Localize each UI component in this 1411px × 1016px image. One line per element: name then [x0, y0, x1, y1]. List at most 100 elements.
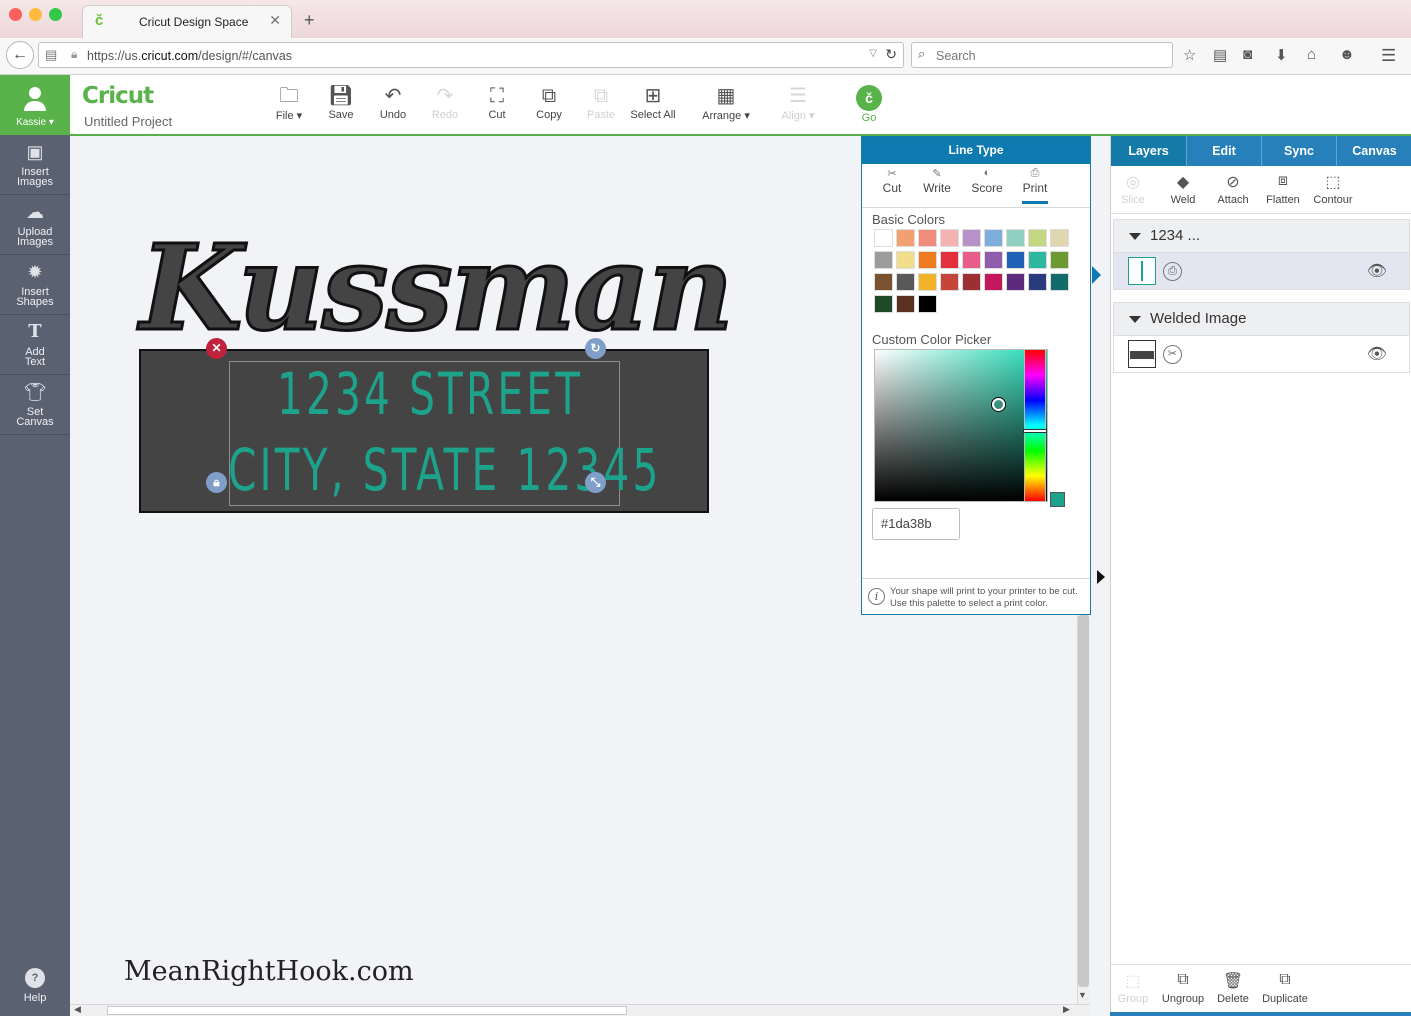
color-swatch[interactable] [896, 273, 915, 291]
rotate-handle-icon[interactable]: ↻ [585, 338, 606, 359]
eye-icon[interactable]: 👁︎ [1367, 344, 1387, 364]
slice-button[interactable]: ◎ Slice [1108, 172, 1158, 206]
tab-edit[interactable]: Edit [1186, 136, 1261, 166]
reading-list-icon[interactable]: ▤ [1213, 46, 1227, 64]
scroll-right-icon[interactable]: ▶ [1063, 1004, 1070, 1015]
color-swatch[interactable] [940, 229, 959, 247]
color-swatch[interactable] [962, 229, 981, 247]
linetype-score-tab[interactable]: ◐ Score [965, 167, 1009, 195]
color-swatch[interactable] [1050, 251, 1069, 269]
project-name[interactable]: Untitled Project [84, 114, 172, 129]
color-swatch[interactable] [1050, 229, 1069, 247]
color-swatch[interactable] [874, 251, 893, 269]
color-swatch[interactable] [984, 273, 1003, 291]
chat-icon[interactable]: ☻ [1339, 46, 1355, 63]
collapse-icon[interactable] [1129, 316, 1141, 323]
picker-cursor[interactable] [992, 398, 1005, 411]
arrange-button[interactable]: ▦ Arrange ▾ [694, 83, 758, 122]
insert-images-button[interactable]: ▣ Insert Images [0, 135, 70, 195]
address-line-1[interactable]: 1234 STREET [277, 360, 583, 428]
delete-handle-icon[interactable]: ✕ [206, 338, 227, 359]
color-swatch[interactable] [1006, 273, 1025, 291]
layer-group-welded[interactable]: Welded Image [1113, 302, 1410, 336]
color-swatch[interactable] [918, 229, 937, 247]
go-label[interactable]: Go [857, 112, 881, 124]
color-swatch[interactable] [984, 251, 1003, 269]
copy-button[interactable]: ⧉ Copy [523, 83, 575, 121]
url-bar[interactable]: ▤ 🔒︎ https://us.cricut.com/design/#/canv… [38, 42, 904, 68]
profile-button[interactable]: Kassie ▾ [0, 75, 70, 135]
linetype-cut-tab[interactable]: ✂ Cut [870, 167, 914, 195]
close-tab-icon[interactable]: ✕ [269, 12, 281, 29]
color-swatch[interactable] [962, 251, 981, 269]
file-button[interactable]: 🗀 File ▾ [263, 83, 315, 122]
bookmark-star-icon[interactable]: ☆ [1183, 46, 1196, 64]
color-swatch[interactable] [1028, 251, 1047, 269]
color-swatch[interactable] [1028, 273, 1047, 291]
align-button[interactable]: ☰ Align ▾ [766, 83, 830, 122]
color-swatch[interactable] [962, 273, 981, 291]
duplicate-button[interactable]: ⧉ Duplicate [1260, 971, 1310, 1005]
scroll-left-icon[interactable]: ◀ [74, 1004, 81, 1015]
color-swatch[interactable] [940, 251, 959, 269]
new-tab-icon[interactable]: + [304, 10, 315, 31]
select-all-button[interactable]: ⊞ Select All [627, 83, 679, 121]
collapse-panel-icon[interactable] [1097, 570, 1105, 584]
printer-icon[interactable]: ⎙ [1163, 262, 1182, 281]
color-swatch[interactable] [896, 295, 915, 313]
back-button[interactable]: ← [6, 41, 34, 69]
minimize-window-icon[interactable] [29, 8, 42, 21]
add-text-button[interactable]: T Add Text [0, 315, 70, 375]
color-swatch[interactable] [918, 251, 937, 269]
eye-icon[interactable]: 👁︎ [1367, 261, 1387, 281]
color-swatch[interactable] [1006, 229, 1025, 247]
reload-icon[interactable]: ↻ [885, 46, 897, 63]
vertical-scroll-thumb[interactable] [1078, 615, 1089, 987]
hex-color-input[interactable]: #1da38b [872, 508, 960, 540]
save-button[interactable]: 💾︎ Save [315, 83, 367, 121]
insert-shapes-button[interactable]: ✹ Insert Shapes [0, 255, 70, 315]
color-swatch[interactable] [874, 229, 893, 247]
linetype-write-tab[interactable]: ✎ Write [915, 167, 959, 195]
lock-handle-icon[interactable]: 🔒︎ [206, 472, 227, 493]
flatten-button[interactable]: ⧈ Flatten [1258, 172, 1308, 206]
scissors-icon[interactable]: ✂ [1163, 345, 1182, 364]
menu-icon[interactable]: ☰ [1381, 46, 1396, 66]
color-swatch[interactable] [984, 229, 1003, 247]
tab-layers[interactable]: Layers [1111, 136, 1186, 166]
color-swatch[interactable] [874, 273, 893, 291]
horizontal-scroll-thumb[interactable] [107, 1006, 627, 1015]
search-bar[interactable]: ⌕ Search [911, 42, 1173, 68]
contour-button[interactable]: ⬚ Contour [1308, 172, 1358, 206]
name-text-layer[interactable]: Kussman [139, 217, 736, 359]
address-line-2[interactable]: CITY, STATE 12345 [228, 436, 661, 504]
upload-images-button[interactable]: ☁ Upload Images [0, 195, 70, 255]
color-swatch[interactable] [940, 273, 959, 291]
saturation-picker[interactable] [874, 349, 1048, 502]
maximize-window-icon[interactable] [49, 8, 62, 21]
tab-canvas[interactable]: Canvas [1336, 136, 1411, 166]
color-swatch[interactable] [1006, 251, 1025, 269]
layer-row-1234[interactable]: ⎙ 👁︎ [1113, 253, 1410, 290]
help-button[interactable]: ? Help [0, 968, 70, 1004]
linetype-print-tab[interactable]: ⎙ Print [1013, 167, 1057, 195]
ungroup-button[interactable]: ⧉ Ungroup [1158, 971, 1208, 1005]
url-dropdown-icon[interactable]: ▽ [869, 48, 877, 59]
hue-slider[interactable] [1024, 349, 1046, 502]
pocket-icon[interactable]: ◙ [1243, 46, 1252, 63]
color-swatch[interactable] [896, 229, 915, 247]
layer-group-1234[interactable]: 1234 ... [1113, 219, 1410, 253]
color-swatch[interactable] [918, 273, 937, 291]
redo-button[interactable]: ↷ Redo [419, 83, 471, 121]
attach-button[interactable]: ⊘ Attach [1208, 172, 1258, 206]
home-icon[interactable]: ⌂ [1307, 46, 1316, 63]
layer-row-welded[interactable]: ✂ 👁︎ [1113, 336, 1410, 373]
download-icon[interactable]: ⬇ [1275, 46, 1288, 64]
color-swatch[interactable] [918, 295, 937, 313]
go-button[interactable]: č [856, 85, 882, 111]
set-canvas-button[interactable]: 👕︎ Set Canvas [0, 375, 70, 435]
color-swatch[interactable] [874, 295, 893, 313]
group-button[interactable]: ⬚ Group [1108, 971, 1158, 1005]
cut-button[interactable]: ⛶ Cut [471, 83, 523, 121]
scroll-down-icon[interactable]: ▼ [1078, 990, 1087, 1000]
